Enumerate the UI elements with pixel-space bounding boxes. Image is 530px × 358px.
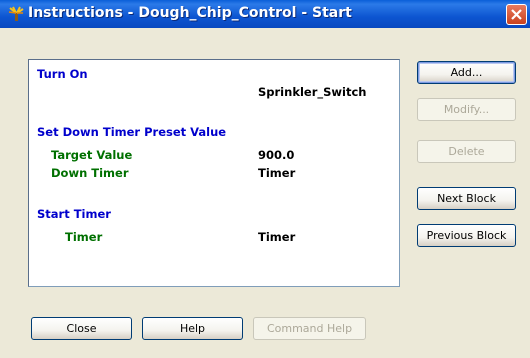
down-timer-value: Timer bbox=[258, 166, 296, 180]
set-timer-heading: Set Down Timer Preset Value bbox=[37, 125, 227, 139]
title-bar[interactable]: Instructions - Dough_Chip_Control - Star… bbox=[0, 0, 530, 28]
command-help-button[interactable]: Command Help bbox=[253, 317, 366, 340]
down-timer-label: Down Timer bbox=[51, 166, 129, 180]
timer-value: Timer bbox=[258, 230, 296, 244]
window-title: Instructions - Dough_Chip_Control - Star… bbox=[28, 5, 352, 21]
help-button[interactable]: Help bbox=[142, 317, 243, 340]
sprinkler-app-icon bbox=[8, 6, 24, 22]
modify-button[interactable]: Modify... bbox=[417, 98, 516, 121]
previous-block-button[interactable]: Previous Block bbox=[417, 224, 516, 247]
target-value: 900.0 bbox=[258, 148, 295, 162]
next-block-button[interactable]: Next Block bbox=[417, 187, 516, 210]
turn-on-heading: Turn On bbox=[37, 67, 88, 81]
target-value-label: Target Value bbox=[51, 148, 133, 162]
instruction-list[interactable]: Turn On Sprinkler_Switch Set Down Timer … bbox=[28, 59, 400, 287]
add-button[interactable]: Add... bbox=[417, 61, 516, 84]
start-timer-heading: Start Timer bbox=[37, 207, 111, 221]
instructions-dialog: Instructions - Dough_Chip_Control - Star… bbox=[0, 0, 530, 358]
timer-label: Timer bbox=[65, 230, 103, 244]
delete-button[interactable]: Delete bbox=[417, 140, 516, 163]
turn-on-value: Sprinkler_Switch bbox=[258, 85, 367, 99]
close-window-button[interactable] bbox=[506, 4, 527, 25]
close-button[interactable]: Close bbox=[31, 317, 132, 340]
close-icon bbox=[511, 9, 522, 20]
